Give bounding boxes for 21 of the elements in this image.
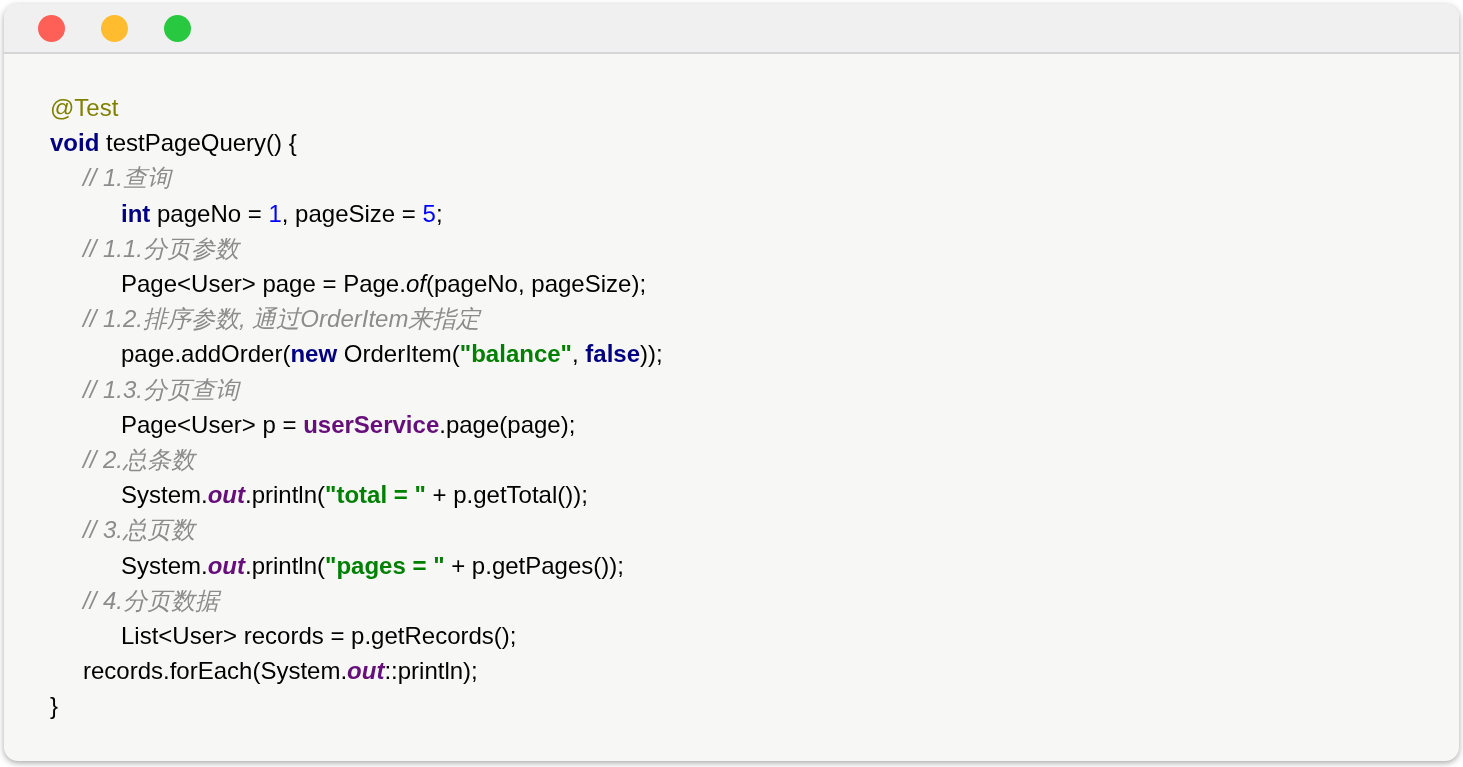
- code-line: // 3.总页数: [83, 515, 196, 546]
- maximize-button[interactable]: [164, 14, 191, 42]
- code-line: }: [50, 691, 58, 722]
- code-line: records.forEach(System.out::println);: [83, 656, 478, 687]
- code-line: page.addOrder(new OrderItem("balance", false));: [121, 339, 663, 370]
- code-line: // 1.查询: [83, 163, 172, 194]
- code-line: System.out.println("total = " + p.getTotal());: [121, 480, 588, 511]
- code-line: @Test: [50, 93, 119, 123]
- code-line: void testPageQuery() {: [50, 128, 297, 159]
- code-line: // 1.3.分页查询: [83, 374, 240, 405]
- code-line: // 1.1.分页参数: [83, 233, 240, 264]
- code-line: System.out.println("pages = " + p.getPages());: [121, 550, 624, 581]
- code-line: List<User> records = p.getRecords();: [121, 621, 517, 652]
- code-line: int pageNo = 1, pageSize = 5;: [121, 198, 443, 229]
- code-line: // 4.分页数据: [83, 585, 220, 616]
- close-button[interactable]: [38, 14, 65, 42]
- code-line: // 1.2.排序参数, 通过OrderItem来指定: [83, 304, 481, 335]
- code-line: Page<User> page = Page.of(pageNo, pageSize);: [121, 269, 647, 299]
- minimize-button[interactable]: [101, 14, 128, 42]
- code-line: // 2.总条数: [83, 445, 196, 476]
- code-line: Page<User> p = userService.page(page);: [121, 409, 576, 440]
